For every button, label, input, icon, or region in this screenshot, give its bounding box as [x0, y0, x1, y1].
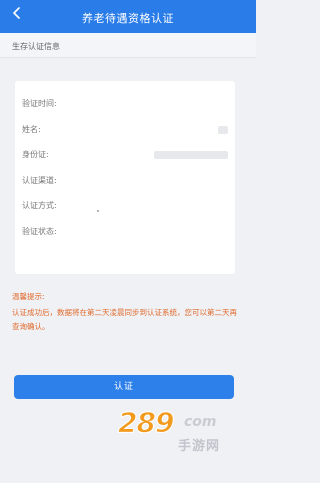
redacted-name-value — [218, 126, 228, 134]
info-row-channel: 认证渠道: — [22, 175, 228, 187]
info-label-method: 认证方式: — [22, 201, 57, 210]
redacted-id-value — [154, 151, 228, 159]
info-label-name: 姓名: — [22, 125, 41, 134]
info-row-id-card: 身份证: — [22, 149, 228, 161]
notice-heading: 温馨提示: — [12, 292, 45, 301]
watermark-cn: 手游网 — [178, 439, 221, 454]
notice-body: 认证成功后，数据将在第二天凌晨同步到认证系统，您可以第二天再查询确认。 — [12, 308, 237, 331]
section-label: 生存认证信息 — [12, 42, 60, 51]
info-row-name: 姓名: — [22, 124, 228, 136]
app-header: 养老待遇资格认证 — [0, 0, 256, 33]
section-header: 生存认证信息 — [0, 33, 256, 58]
page-title: 养老待遇资格认证 — [82, 12, 174, 25]
stray-dot — [97, 210, 99, 212]
certify-button[interactable]: 认证 — [14, 375, 234, 399]
info-label-status: 验证状态: — [22, 227, 57, 236]
notice-block: 温馨提示: 认证成功后，数据将在第二天凌晨同步到认证系统，您可以第二天再查询确认… — [12, 290, 244, 334]
watermark-suffix: com — [184, 414, 217, 430]
info-row-verify-time: 验证时间: — [22, 98, 228, 110]
info-label-verify-time: 验证时间: — [22, 99, 57, 108]
watermark-logo: 289 com 手游网 — [117, 406, 250, 456]
info-row-status: 验证状态: — [22, 226, 228, 238]
info-label-channel: 认证渠道: — [22, 176, 57, 185]
info-card: 验证时间: 姓名: 身份证: 认证渠道: 认证方式: 验证状态: — [15, 81, 235, 274]
info-row-method: 认证方式: — [22, 200, 228, 212]
info-label-id-card: 身份证: — [22, 150, 49, 159]
watermark-number: 289 — [117, 406, 174, 439]
